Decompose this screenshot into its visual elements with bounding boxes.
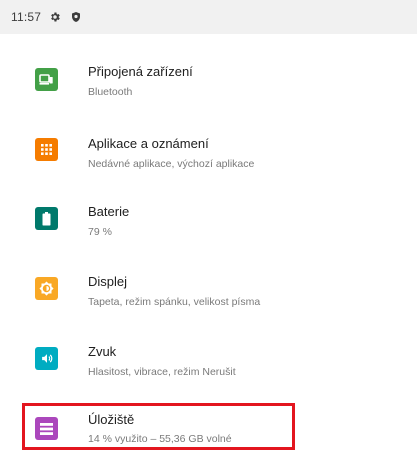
storage-icon bbox=[35, 417, 58, 440]
settings-item-storage[interactable]: Úložiště 14 % využito – 55,36 GB volné bbox=[0, 384, 417, 445]
settings-item-subtitle: 14 % využito – 55,36 GB volné bbox=[88, 433, 232, 445]
settings-item-title: Úložiště bbox=[88, 412, 135, 427]
settings-screen: 11:57 Připojená zařízení Bluetooth Aplik… bbox=[0, 0, 417, 450]
status-time: 11:57 bbox=[11, 10, 42, 24]
settings-item-subtitle: 79 % bbox=[88, 226, 112, 238]
settings-item-title: Baterie bbox=[88, 204, 130, 219]
settings-item-apps[interactable]: Aplikace a oznámení Nedávné aplikace, vý… bbox=[0, 104, 417, 170]
settings-item-title: Zvuk bbox=[88, 344, 117, 359]
settings-item-sound[interactable]: Zvuk Hlasitost, vibrace, režim Nerušit bbox=[0, 314, 417, 378]
settings-item-subtitle: Bluetooth bbox=[88, 86, 133, 98]
apps-grid-icon bbox=[35, 138, 58, 161]
settings-item-battery[interactable]: Baterie 79 % bbox=[0, 174, 417, 238]
settings-item-subtitle: Tapeta, režim spánku, velikost písma bbox=[88, 296, 261, 308]
volume-icon bbox=[35, 347, 58, 370]
gear-icon bbox=[48, 10, 62, 24]
settings-item-subtitle: Hlasitost, vibrace, režim Nerušit bbox=[88, 366, 236, 378]
brightness-icon bbox=[35, 277, 58, 300]
settings-item-title: Připojená zařízení bbox=[88, 64, 193, 79]
connected-devices-icon bbox=[35, 68, 58, 91]
settings-item-display[interactable]: Displej Tapeta, režim spánku, velikost p… bbox=[0, 244, 417, 308]
status-bar: 11:57 bbox=[0, 0, 417, 34]
shield-icon bbox=[69, 10, 83, 24]
settings-item-connected-devices[interactable]: Připojená zařízení Bluetooth bbox=[0, 34, 417, 98]
settings-item-title: Aplikace a oznámení bbox=[88, 136, 209, 151]
settings-item-title: Displej bbox=[88, 274, 128, 289]
battery-icon bbox=[35, 207, 58, 230]
settings-item-subtitle: Nedávné aplikace, výchozí aplikace bbox=[88, 158, 255, 170]
